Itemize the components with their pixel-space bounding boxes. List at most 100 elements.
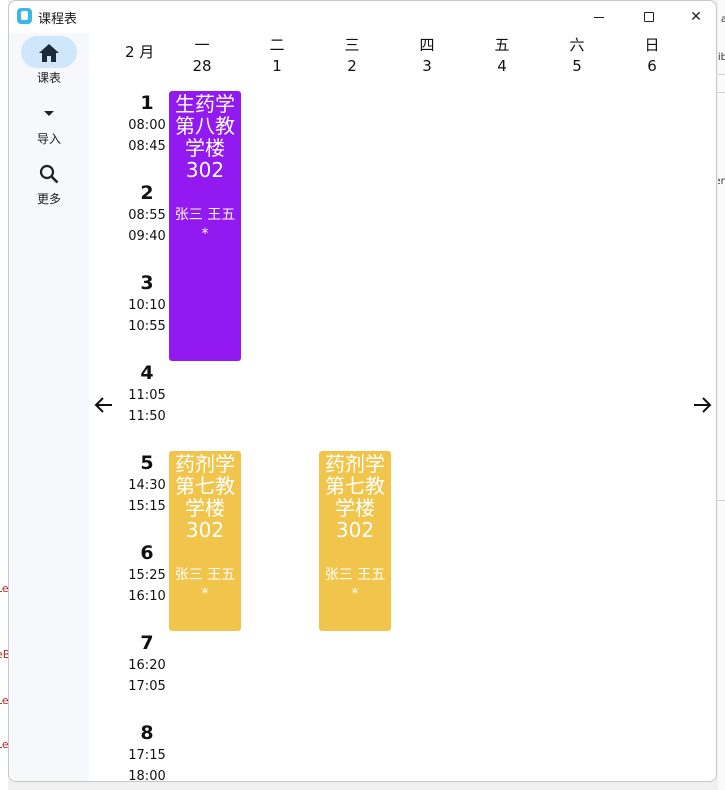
maximize-icon [644, 12, 654, 22]
period-number: 5 [140, 452, 154, 474]
background-text: Le [0, 694, 8, 707]
period-start-time: 16:20 [128, 658, 166, 673]
period-end-time: 10:55 [128, 319, 166, 334]
close-icon: ✕ [690, 9, 702, 25]
title-bar[interactable]: 课程表 ✕ [9, 1, 716, 33]
period-number: 2 [140, 182, 154, 204]
period-end-time: 11:50 [128, 409, 166, 424]
period-end-time: 15:15 [128, 499, 166, 514]
period-number: 8 [140, 722, 154, 744]
background-text: a [720, 14, 725, 25]
period-number: 7 [140, 632, 154, 654]
period-start-time: 17:15 [128, 748, 166, 763]
maximize-button[interactable] [626, 5, 672, 29]
period-number: 3 [140, 272, 154, 294]
day-header: 三2 [317, 35, 387, 77]
date-label: 3 [422, 57, 432, 75]
app-window: 课程表 ✕ 课表 导入 更多 2 月 一 28 二 1 三 2 四 3 五 4 … [8, 0, 717, 782]
weekday-label: 一 [194, 36, 210, 54]
period-cell: 7 16:20 17:05 [125, 631, 169, 697]
date-label: 6 [647, 57, 657, 75]
background-text: Le [0, 582, 8, 595]
minimize-button[interactable] [576, 5, 622, 29]
dropdown-arrow-icon [44, 110, 54, 116]
weekday-label: 二 [269, 36, 285, 54]
day-header: 日6 [617, 35, 687, 77]
background-text: Le [0, 738, 8, 751]
arrow-right-icon [694, 397, 712, 413]
arrow-left-icon [94, 397, 112, 413]
date-label: 2 [347, 57, 357, 75]
period-end-time: 09:40 [128, 229, 166, 244]
period-cell: 2 08:55 09:40 [125, 181, 169, 247]
period-cell: 5 14:30 15:15 [125, 451, 169, 517]
background-app-left: Le eB Le Le [0, 0, 8, 790]
course-card[interactable]: 生药学第八教学楼302 张三 王五 * [169, 91, 241, 361]
date-label: 1 [272, 57, 282, 75]
rail-item-indicator [21, 97, 77, 129]
period-number: 4 [140, 362, 154, 384]
course-name: 药剂学第七教学楼302 [325, 452, 385, 542]
date-label: 4 [497, 57, 507, 75]
period-start-time: 08:55 [128, 208, 166, 223]
date-label: 5 [572, 57, 582, 75]
search-icon [39, 164, 59, 183]
rail-item-import[interactable]: 导入 [9, 97, 89, 147]
rail-item-label: 更多 [36, 192, 61, 206]
course-name: 药剂学第七教学楼302 [175, 452, 235, 542]
course-card[interactable]: 药剂学第七教学楼302 张三 王五 * [169, 451, 241, 631]
day-header: 一 28 [167, 35, 237, 77]
rail-item-indicator [21, 157, 77, 189]
close-button[interactable]: ✕ [673, 5, 716, 29]
background-text: ib [718, 52, 725, 63]
period-cell: 8 17:15 18:00 [125, 721, 169, 782]
period-cell: 4 11:05 11:50 [125, 361, 169, 427]
period-start-time: 08:00 [128, 118, 166, 133]
previous-week-button[interactable] [94, 395, 114, 420]
period-start-time: 15:25 [128, 568, 166, 583]
day-header: 六5 [542, 35, 612, 77]
window-title: 课程表 [38, 12, 78, 27]
period-number: 6 [140, 542, 154, 564]
date-label: 28 [192, 57, 212, 75]
timetable: 2 月 一 28 二 1 三 2 四 3 五 4 六 5 日 6 1 08:00 08:45 2 08:55 09:… [89, 33, 716, 782]
minimize-icon [594, 16, 604, 18]
rail-item-more[interactable]: 更多 [9, 157, 89, 207]
rail-item-schedule[interactable]: 课表 [9, 36, 89, 86]
rail-item-indicator [21, 36, 77, 68]
period-start-time: 14:30 [128, 478, 166, 493]
period-end-time: 17:05 [128, 679, 166, 694]
period-cell: 1 08:00 08:45 [125, 91, 169, 157]
course-teacher: 张三 王五 * [324, 567, 386, 602]
weekday-label: 日 [644, 36, 660, 54]
background-text: en [718, 176, 725, 187]
rail-item-label: 课表 [36, 71, 61, 85]
period-number: 1 [140, 92, 154, 114]
background-text: eB [0, 648, 8, 661]
next-week-button[interactable] [692, 395, 712, 420]
course-teacher: 张三 王五 * [174, 567, 236, 602]
course-card[interactable]: 药剂学第七教学楼302 张三 王五 * [319, 451, 391, 631]
day-header: 四3 [392, 35, 462, 77]
period-cell: 3 10:10 10:55 [125, 271, 169, 337]
weekday-label: 六 [569, 36, 585, 54]
period-end-time: 16:10 [128, 589, 166, 604]
period-start-time: 11:05 [128, 388, 166, 403]
course-teacher: 张三 王五 * [174, 207, 236, 242]
weekday-label: 三 [344, 36, 360, 54]
period-start-time: 10:10 [128, 298, 166, 313]
period-cell: 6 15:25 16:10 [125, 541, 169, 607]
course-name: 生药学第八教学楼302 [175, 92, 235, 182]
period-end-time: 08:45 [128, 139, 166, 154]
rail-item-label: 导入 [36, 132, 61, 146]
home-icon [39, 43, 59, 62]
navigation-rail: 课表 导入 更多 [9, 33, 89, 781]
weekday-label: 五 [494, 36, 510, 54]
month-label: 2 月 [125, 43, 155, 61]
weekday-label: 四 [419, 36, 435, 54]
day-header: 二1 [242, 35, 312, 77]
day-header: 五4 [467, 35, 537, 77]
period-end-time: 18:00 [128, 769, 166, 782]
background-app-right: a ib i en [718, 0, 725, 790]
app-logo-icon [17, 8, 32, 24]
